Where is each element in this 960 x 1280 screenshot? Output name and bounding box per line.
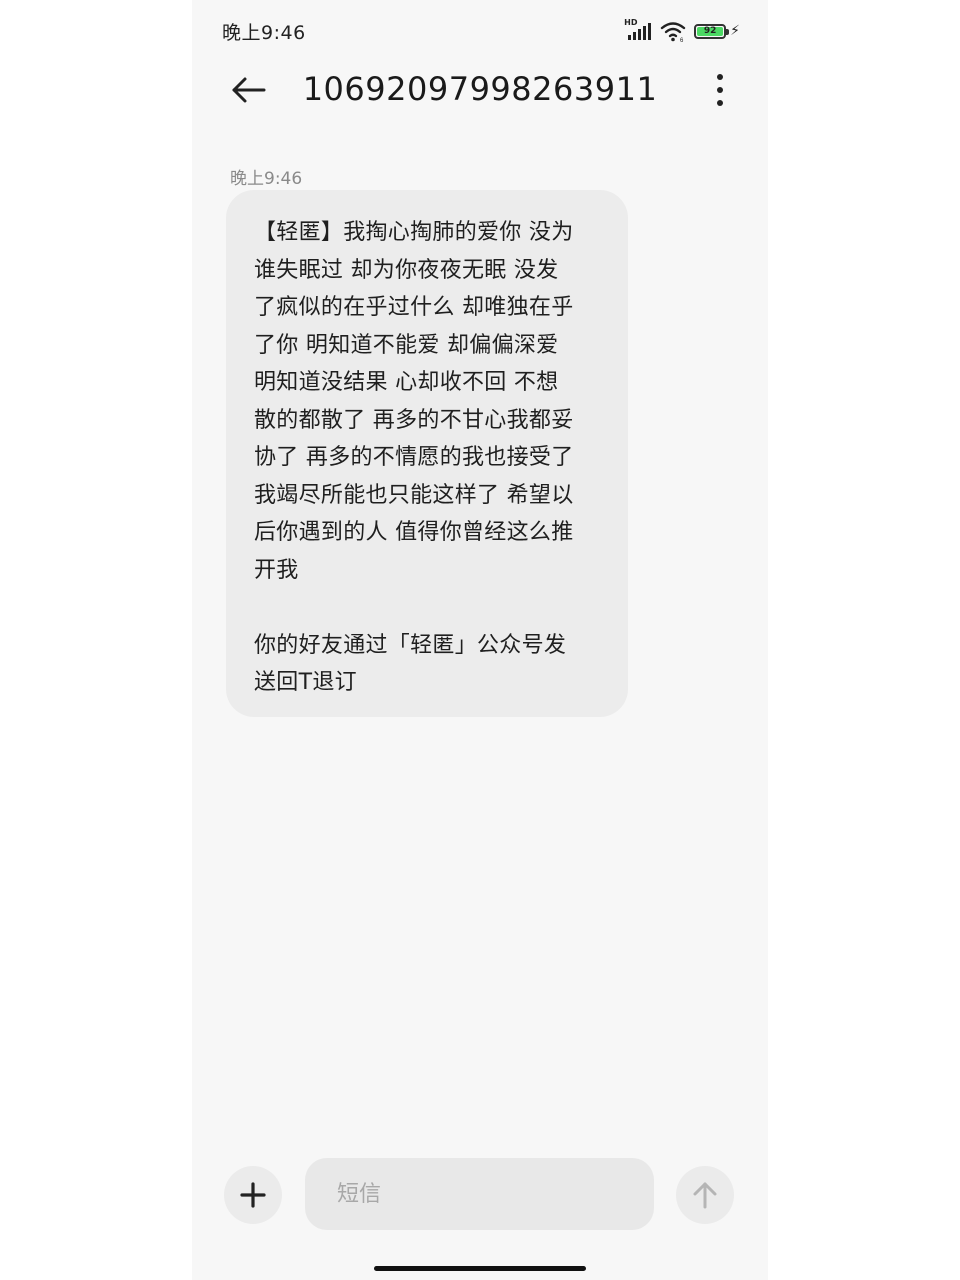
message-timestamp: 晚上9:46 bbox=[230, 169, 303, 189]
svg-text:6: 6 bbox=[680, 38, 684, 42]
add-attachment-button[interactable] bbox=[224, 1166, 282, 1224]
home-indicator[interactable] bbox=[374, 1266, 586, 1271]
arrow-up-icon bbox=[693, 1182, 717, 1209]
conversation-header: 10692097998263911 bbox=[192, 60, 768, 120]
battery-level: 92 bbox=[697, 26, 724, 36]
send-button[interactable] bbox=[676, 1166, 734, 1224]
more-options-button[interactable] bbox=[708, 74, 732, 106]
status-bar: 晚上9:46 HD 6 92 ⚡ bbox=[192, 0, 768, 60]
status-time: 晚上9:46 bbox=[222, 22, 306, 44]
plus-icon bbox=[240, 1182, 266, 1208]
wifi-icon: 6 bbox=[660, 22, 686, 42]
battery-icon: 92 bbox=[694, 23, 730, 39]
more-vertical-icon bbox=[717, 74, 723, 80]
sms-input[interactable] bbox=[305, 1158, 654, 1230]
messaging-screen: 晚上9:46 HD 6 92 ⚡ 10692097998263911 晚上9:4… bbox=[192, 0, 768, 1280]
message-text: 【轻匿】我掏心掏肺的爱你 没为 谁失眠过 却为你夜夜无眠 没发 了疯似的在乎过什… bbox=[254, 220, 574, 695]
compose-bar bbox=[192, 1156, 768, 1236]
status-icons: HD 6 92 ⚡ bbox=[624, 18, 740, 43]
sender-number: 10692097998263911 bbox=[302, 70, 658, 108]
message-bubble[interactable]: 【轻匿】我掏心掏肺的爱你 没为 谁失眠过 却为你夜夜无眠 没发 了疯似的在乎过什… bbox=[226, 190, 628, 717]
bolt-icon: ⚡ bbox=[730, 23, 740, 39]
signal-icon: HD bbox=[624, 18, 652, 42]
